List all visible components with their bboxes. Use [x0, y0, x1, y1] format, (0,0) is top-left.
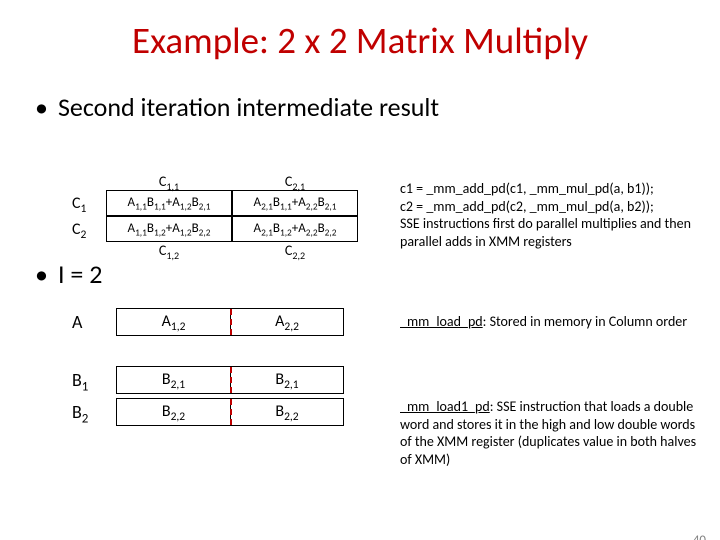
note-c-line3: SSE instructions first do parallel multi…: [400, 215, 700, 250]
reg-row-b2: B2 B2,2 B2,2: [72, 398, 344, 426]
bullet-dot: •: [35, 91, 48, 123]
subtitle-text: Second iteration intermediate result: [58, 91, 439, 123]
reg-row-b1: B1 B2,1 B2,1: [72, 366, 344, 394]
note-a: _mm_load_pd: Stored in memory in Column …: [400, 313, 700, 331]
c-bottom-headers: C1,2 C2,2: [72, 242, 358, 259]
note-b: _mm_load1_pd: SSE instruction that loads…: [400, 398, 700, 468]
reg-label-b2: B2: [72, 401, 116, 423]
c-row-label-1: C2: [72, 220, 106, 239]
note-b-fn: _mm_load1_pd: [400, 398, 490, 415]
bullet-dot-2: •: [35, 258, 48, 290]
register-block: A A1,2 A2,2 B1 B2,1 B2,1 B2 B2,2 B2,2: [72, 308, 344, 430]
c-cell-1-1: A2,1B1,2+A2,2B2,2: [232, 216, 358, 242]
note-c-line1: c1 = _mm_add_pd(c1, _mm_mul_pd(a, b1));: [400, 180, 700, 198]
c-head-0: C1,1: [106, 173, 232, 190]
c-cell-0-1: A2,1B1,1+A2,2B2,1: [232, 190, 358, 216]
note-a-fn: _mm_load_pd: [400, 313, 483, 330]
reg-a-left: A1,2: [116, 308, 230, 336]
i-equals-row: • I = 2: [35, 258, 102, 290]
slide-title: Example: 2 x 2 Matrix Multiply: [0, 18, 720, 63]
c-head-1: C2,1: [232, 173, 358, 190]
c-cell-1-0: A1,1B1,2+A1,2B2,2: [106, 216, 232, 242]
c-row-label-0: C1: [72, 194, 106, 213]
reg-b1-left: B2,1: [116, 366, 230, 394]
c-matrix-block: C1,1 C2,1 C1 A1,1B1,1+A1,2B2,1 A2,1B1,1+…: [72, 173, 358, 259]
subtitle-row: • Second iteration intermediate result: [35, 91, 720, 123]
c-foot-1: C2,2: [232, 242, 358, 259]
note-c-line2: c2 = _mm_add_pd(c2, _mm_mul_pd(a, b2));: [400, 198, 700, 216]
i-equals-text: I = 2: [58, 258, 102, 290]
reg-a-right: A2,2: [230, 308, 344, 336]
reg-b1-right: B2,1: [230, 366, 344, 394]
reg-b2-left: B2,2: [116, 398, 230, 426]
note-c: c1 = _mm_add_pd(c1, _mm_mul_pd(a, b1)); …: [400, 180, 700, 250]
reg-b2-right: B2,2: [230, 398, 344, 426]
reg-row-a: A A1,2 A2,2: [72, 308, 344, 336]
note-a-rest: : Stored in memory in Column order: [483, 313, 688, 330]
c-cell-0-0: A1,1B1,1+A1,2B2,1: [106, 190, 232, 216]
c-row-1: C2 A1,1B1,2+A1,2B2,2 A2,1B1,2+A2,2B2,2: [72, 216, 358, 242]
reg-label-b1: B1: [72, 369, 116, 391]
c-row-0: C1 A1,1B1,1+A1,2B2,1 A2,1B1,1+A2,2B2,1: [72, 190, 358, 216]
c-top-headers: C1,1 C2,1: [72, 173, 358, 190]
page-number: 40: [693, 533, 706, 540]
c-foot-0: C1,2: [106, 242, 232, 259]
reg-label-a: A: [72, 311, 116, 333]
